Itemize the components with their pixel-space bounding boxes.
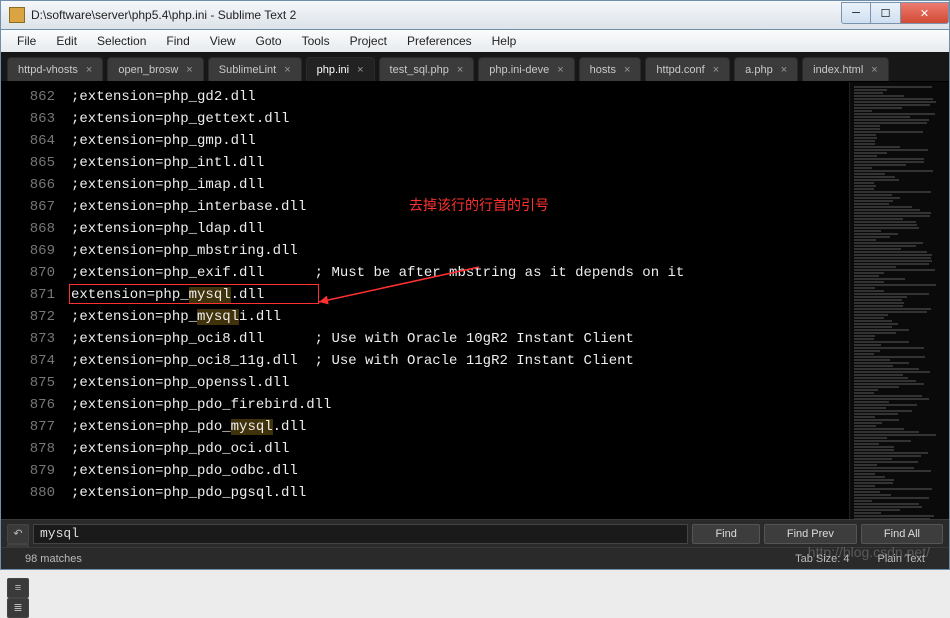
code-line[interactable]: ;extension=php_openssl.dll: [71, 372, 849, 394]
minimize-button[interactable]: ─: [841, 2, 871, 24]
tab-close-icon[interactable]: ×: [457, 64, 463, 76]
tab-a-php[interactable]: a.php×: [734, 57, 798, 81]
code-line[interactable]: ;extension=php_oci8.dll ; Use with Oracl…: [71, 328, 849, 350]
code-line[interactable]: ;extension=php_pdo_oci.dll: [71, 438, 849, 460]
code-line[interactable]: ;extension=php_mysqli.dll: [71, 306, 849, 328]
code-line[interactable]: extension=php_mysql.dll: [71, 284, 849, 306]
code-line[interactable]: ;extension=php_exif.dll ; Must be after …: [71, 262, 849, 284]
tab-test-sql-php[interactable]: test_sql.php×: [379, 57, 475, 81]
code-line[interactable]: ;extension=php_pdo_pgsql.dll: [71, 482, 849, 504]
tab-hosts[interactable]: hosts×: [579, 57, 642, 81]
window-controls: ─ ☐ ✕: [841, 2, 949, 24]
tab-strip: httpd-vhosts×open_brosw×SublimeLint×php.…: [1, 52, 949, 82]
status-matches: 98 matches: [11, 553, 96, 565]
minimap[interactable]: [849, 82, 949, 519]
code-line[interactable]: ;extension=php_gettext.dll: [71, 108, 849, 130]
tab-close-icon[interactable]: ×: [713, 64, 719, 76]
find-button[interactable]: Find: [692, 524, 759, 544]
code-line[interactable]: ;extension=php_pdo_firebird.dll: [71, 394, 849, 416]
find-all-button[interactable]: Find All: [861, 524, 943, 544]
status-syntax[interactable]: Plain Text: [864, 553, 940, 565]
find-toggle-3[interactable]: ↶: [7, 524, 29, 544]
tab-close-icon[interactable]: ×: [871, 64, 877, 76]
code-line[interactable]: ;extension=php_pdo_odbc.dll: [71, 460, 849, 482]
menu-selection[interactable]: Selection: [87, 31, 156, 51]
maximize-button[interactable]: ☐: [871, 2, 901, 24]
code-line[interactable]: ;extension=php_oci8_11g.dll ; Use with O…: [71, 350, 849, 372]
code-line[interactable]: ;extension=php_imap.dll: [71, 174, 849, 196]
tab-httpd-vhosts[interactable]: httpd-vhosts×: [7, 57, 103, 81]
code-line[interactable]: ;extension=php_pdo_mysql.dll: [71, 416, 849, 438]
tab-close-icon[interactable]: ×: [186, 64, 192, 76]
window-title: D:\software\server\php5.4\php.ini - Subl…: [31, 8, 841, 22]
line-gutter: 8628638648658668678688698708718728738748…: [1, 82, 69, 519]
menu-edit[interactable]: Edit: [46, 31, 87, 51]
menu-view[interactable]: View: [200, 31, 246, 51]
tab-close-icon[interactable]: ×: [86, 64, 92, 76]
menu-project[interactable]: Project: [340, 31, 397, 51]
menu-tools[interactable]: Tools: [292, 31, 340, 51]
tab-index-html[interactable]: index.html×: [802, 57, 889, 81]
tab-close-icon[interactable]: ×: [624, 64, 630, 76]
tab-close-icon[interactable]: ×: [781, 64, 787, 76]
statusbar: 98 matches Tab Size: 4 Plain Text: [1, 547, 949, 569]
menu-preferences[interactable]: Preferences: [397, 31, 482, 51]
tab-close-icon[interactable]: ×: [557, 64, 563, 76]
tab-open-brosw[interactable]: open_brosw×: [107, 57, 203, 81]
code-line[interactable]: ;extension=php_ldap.dll: [71, 218, 849, 240]
menubar: FileEditSelectionFindViewGotoToolsProjec…: [0, 30, 950, 52]
tab-close-icon[interactable]: ×: [284, 64, 290, 76]
app-icon: [9, 7, 25, 23]
find-toggle-6[interactable]: ≣: [7, 598, 29, 618]
code-area[interactable]: 去掉该行的行首的引号 ;extension=php_gd2.dll;extens…: [69, 82, 849, 519]
code-line[interactable]: ;extension=php_interbase.dll: [71, 196, 849, 218]
find-bar: .*Aa""↶↷≡≣ Find Find Prev Find All: [1, 519, 949, 547]
menu-file[interactable]: File: [7, 31, 46, 51]
code-line[interactable]: ;extension=php_gd2.dll: [71, 86, 849, 108]
tab-close-icon[interactable]: ×: [357, 64, 363, 76]
editor[interactable]: 8628638648658668678688698708718728738748…: [1, 82, 949, 519]
code-line[interactable]: ;extension=php_mbstring.dll: [71, 240, 849, 262]
code-line[interactable]: ;extension=php_intl.dll: [71, 152, 849, 174]
tab-sublimelint[interactable]: SublimeLint×: [208, 57, 302, 81]
tab-php-ini-deve[interactable]: php.ini-deve×: [478, 57, 574, 81]
titlebar: D:\software\server\php5.4\php.ini - Subl…: [0, 0, 950, 30]
find-toggle-5[interactable]: ≡: [7, 578, 29, 598]
menu-goto[interactable]: Goto: [246, 31, 292, 51]
code-line[interactable]: ;extension=php_gmp.dll: [71, 130, 849, 152]
find-prev-button[interactable]: Find Prev: [764, 524, 857, 544]
menu-find[interactable]: Find: [156, 31, 199, 51]
tab-php-ini[interactable]: php.ini×: [306, 57, 375, 81]
find-input[interactable]: [33, 524, 688, 544]
close-button[interactable]: ✕: [901, 2, 949, 24]
menu-help[interactable]: Help: [482, 31, 527, 51]
app-body: httpd-vhosts×open_brosw×SublimeLint×php.…: [0, 52, 950, 570]
tab-httpd-conf[interactable]: httpd.conf×: [645, 57, 730, 81]
status-tabsize[interactable]: Tab Size: 4: [781, 553, 863, 565]
